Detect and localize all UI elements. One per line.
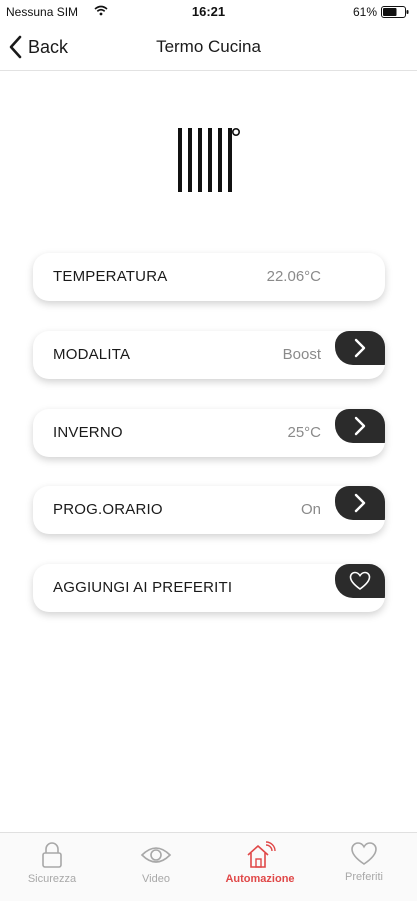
schedule-open-button[interactable] (335, 486, 385, 520)
tab-label: Automazione (225, 873, 295, 885)
tab-label: Video (142, 873, 170, 885)
temperature-value: 22.06°C (266, 268, 321, 285)
status-bar: Nessuna SIM 16:21 61% (0, 0, 417, 24)
chevron-right-icon (354, 493, 366, 513)
tab-bar: Sicurezza Video Automazione Preferiti (0, 832, 417, 901)
tab-sicurezza[interactable]: Sicurezza (0, 837, 104, 897)
temperature-row: TEMPERATURA 22.06°C (33, 253, 385, 301)
add-favorites-row[interactable]: AGGIUNGI AI PREFERITI (33, 564, 385, 612)
add-favorites-button[interactable] (335, 564, 385, 598)
winter-row[interactable]: INVERNO 25°C (33, 409, 385, 457)
mode-row[interactable]: MODALITA Boost (33, 331, 385, 379)
mode-open-button[interactable] (335, 331, 385, 365)
schedule-value: On (300, 501, 321, 518)
navigation-bar: Back Termo Cucina (0, 24, 417, 71)
battery-percentage: 61% (352, 5, 377, 19)
chevron-right-icon (354, 338, 366, 358)
heart-icon (351, 842, 377, 865)
battery-icon (381, 6, 409, 18)
page-title: Termo Cucina (156, 37, 261, 56)
add-favorites-label: AGGIUNGI AI PREFERITI (53, 579, 233, 596)
tab-preferiti[interactable]: Preferiti (312, 837, 416, 897)
chevron-right-icon (354, 416, 366, 436)
smart-home-icon (247, 841, 276, 868)
schedule-label: PROG.ORARIO (53, 501, 163, 518)
eye-icon (140, 847, 172, 863)
radiator-icon (178, 127, 240, 192)
temperature-label: TEMPERATURA (53, 268, 168, 285)
mode-label: MODALITA (53, 346, 131, 363)
winter-open-button[interactable] (335, 409, 385, 443)
tab-label: Preferiti (345, 871, 383, 883)
tab-label: Sicurezza (27, 873, 77, 885)
winter-label: INVERNO (53, 424, 123, 441)
mode-value: Boost (282, 346, 321, 363)
lock-icon (42, 842, 62, 868)
heart-icon (349, 571, 371, 590)
tab-automazione[interactable]: Automazione (208, 837, 312, 897)
schedule-row[interactable]: PROG.ORARIO On (33, 486, 385, 534)
winter-value: 25°C (287, 424, 321, 441)
tab-video[interactable]: Video (104, 837, 208, 897)
